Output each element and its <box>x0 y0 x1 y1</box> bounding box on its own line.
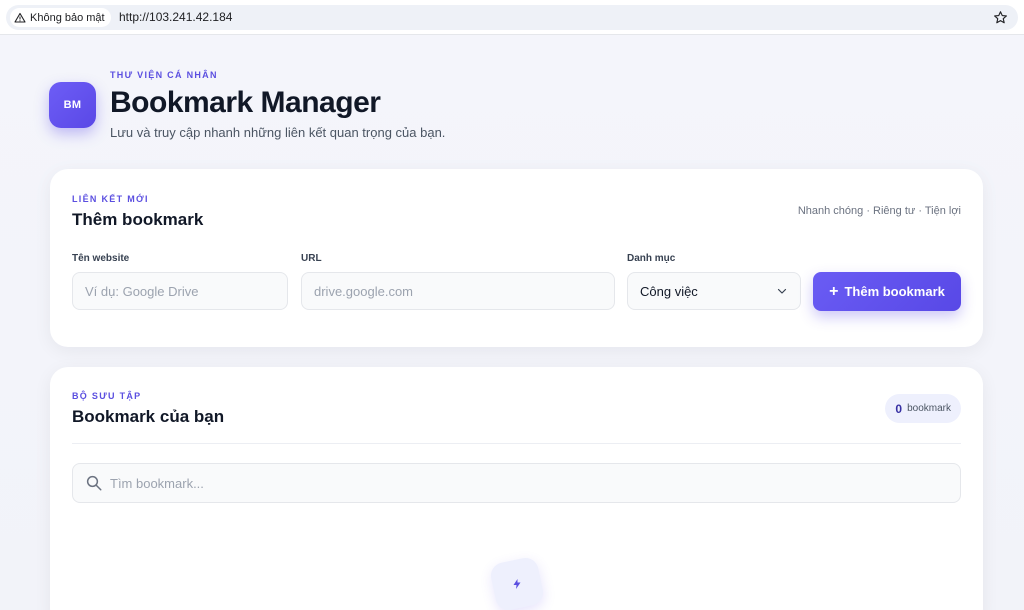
star-icon[interactable] <box>993 10 1008 25</box>
add-bookmark-label: Thêm bookmark <box>844 284 945 299</box>
add-card-eyebrow: LIÊN KẾT MỚI <box>72 194 149 204</box>
website-name-input[interactable]: Ví dụ: Google Drive <box>72 272 288 310</box>
bookmark-count-badge: 0 bookmark <box>885 394 961 423</box>
add-bookmark-card: LIÊN KẾT MỚI Thêm bookmark Nhanh chóng ·… <box>50 169 983 347</box>
category-label: Danh mục <box>627 253 676 264</box>
empty-state-icon <box>488 555 546 610</box>
header-eyebrow: THƯ VIỆN CÁ NHÂN <box>110 70 218 80</box>
page-title: Bookmark Manager <box>110 86 381 119</box>
list-card-eyebrow: BỘ SƯU TẬP <box>72 391 142 401</box>
list-card-title: Bookmark của bạn <box>72 407 225 426</box>
security-label: Không bảo mật <box>30 11 105 24</box>
name-label: Tên website <box>72 253 130 264</box>
add-card-title: Thêm bookmark <box>72 210 204 229</box>
url-input[interactable]: drive.google.com <box>301 272 615 310</box>
url-label: URL <box>301 253 322 264</box>
category-value: Công việc <box>640 283 698 299</box>
lightning-icon <box>513 579 521 589</box>
address-bar[interactable]: Không bảo mật http://103.241.42.184 <box>6 5 1018 30</box>
add-card-tagline: Nhanh chóng · Riêng tư · Tiện lợi <box>797 205 961 217</box>
logo-text: BM <box>63 99 82 111</box>
bookmark-count: 0 <box>895 401 903 416</box>
search-icon <box>86 475 102 491</box>
bookmark-count-unit: bookmark <box>907 403 951 414</box>
search-placeholder: Tìm bookmark... <box>110 475 204 491</box>
search-input[interactable]: Tìm bookmark... <box>72 463 961 503</box>
chevron-down-icon <box>777 288 787 294</box>
warning-icon <box>14 12 26 23</box>
bookmark-list-card: BỘ SƯU TẬP Bookmark của bạn 0 bookmark T… <box>50 367 983 610</box>
url-placeholder: drive.google.com <box>314 283 413 299</box>
security-indicator[interactable]: Không bảo mật <box>10 8 111 27</box>
app-logo: BM <box>49 82 96 128</box>
page-subtitle: Lưu và truy cập nhanh những liên kết qua… <box>110 125 446 140</box>
category-select[interactable]: Công việc <box>627 272 801 310</box>
divider <box>72 443 961 444</box>
plus-icon: + <box>829 282 839 300</box>
browser-toolbar: Không bảo mật http://103.241.42.184 <box>0 0 1024 35</box>
url-text[interactable]: http://103.241.42.184 <box>119 10 232 24</box>
page-content: BM THƯ VIỆN CÁ NHÂN Bookmark Manager Lưu… <box>0 35 1024 610</box>
website-name-placeholder: Ví dụ: Google Drive <box>85 283 199 299</box>
add-bookmark-button[interactable]: + Thêm bookmark <box>813 272 961 311</box>
